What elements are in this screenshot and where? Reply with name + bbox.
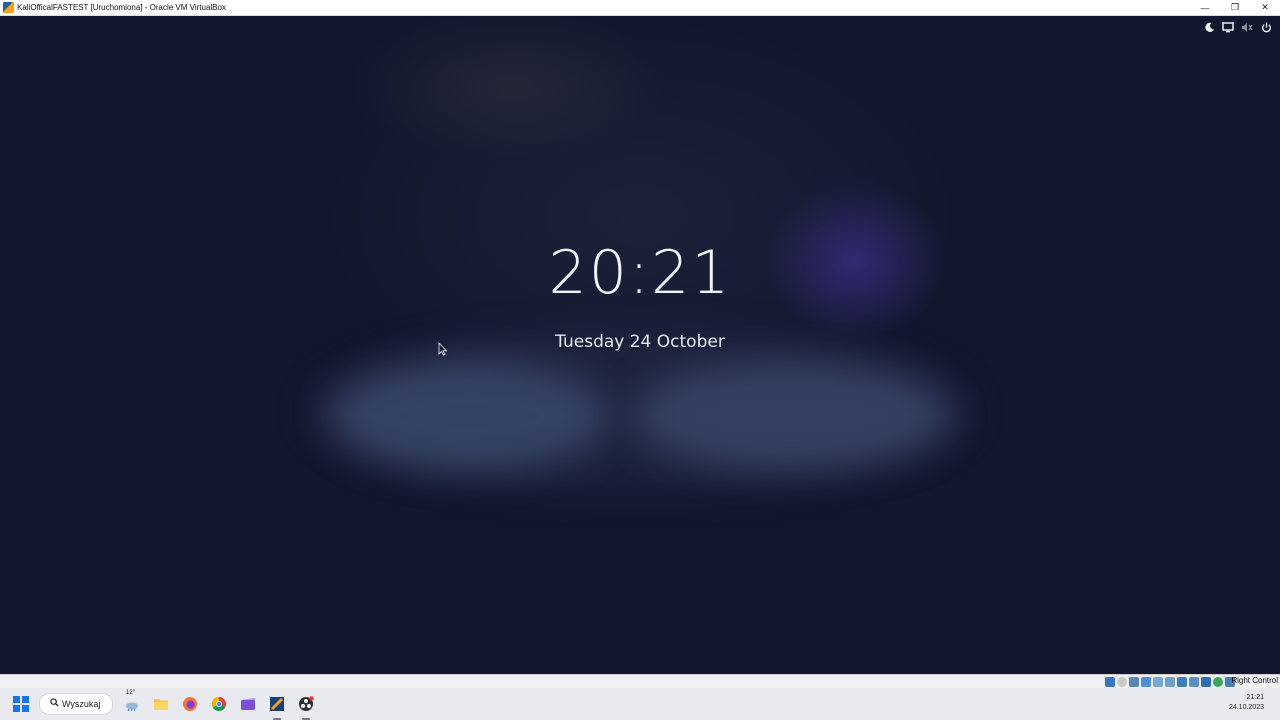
power-icon[interactable] — [1260, 21, 1272, 33]
mouse-integration-icon[interactable] — [1213, 677, 1223, 687]
start-button[interactable] — [13, 696, 29, 712]
windows-logo-icon — [13, 705, 20, 712]
obs-icon[interactable] — [297, 695, 315, 720]
kali-lock-screen[interactable]: 20:21 Tuesday 24 October — [0, 16, 1280, 674]
windows-logo-icon — [13, 696, 20, 703]
windows-logo-icon — [22, 696, 29, 703]
optical-drive-icon[interactable] — [1117, 677, 1127, 687]
tray-date: 24.10.2023 — [1228, 704, 1264, 711]
lock-date: Tuesday 24 October — [555, 332, 725, 352]
recording-icon[interactable] — [1189, 677, 1199, 687]
mouse-cursor-icon — [438, 341, 448, 361]
tray-clock[interactable]: 21:21 24.10.2023 — [1229, 693, 1264, 713]
shared-folders-icon[interactable] — [1165, 677, 1175, 687]
restore-button[interactable]: ❐ — [1220, 0, 1250, 15]
lock-clock: 20:21 — [548, 238, 732, 308]
window-title: KaliOfficalFASTEST [Uruchomiona] - Oracl… — [17, 3, 226, 12]
search-label: Wyszukaj — [62, 699, 101, 709]
sound-muted-icon[interactable] — [1241, 21, 1253, 33]
chrome-icon[interactable] — [210, 695, 228, 713]
lock-status-icons — [1203, 21, 1272, 33]
windows-taskbar: Wyszukaj 12° 21:21 24.10.2023 — [0, 688, 1280, 720]
weather-widget-icon[interactable]: 12° — [123, 690, 141, 713]
video-editor-icon[interactable] — [239, 695, 257, 713]
host-key-label: Right Control — [1231, 676, 1278, 685]
vbox-status-bar: Right Control — [0, 674, 1280, 689]
file-explorer-icon[interactable] — [152, 695, 170, 713]
night-mode-icon[interactable] — [1203, 21, 1215, 33]
display-icon[interactable] — [1177, 677, 1187, 687]
usb-icon[interactable] — [1153, 677, 1163, 687]
minimize-button[interactable]: — — [1190, 0, 1220, 15]
window-controls: — ❐ ✕ — [1190, 0, 1280, 15]
virtualbox-icon[interactable] — [268, 695, 286, 720]
vbox-device-icons — [1105, 677, 1235, 687]
tray-time: 21:21 — [1246, 694, 1264, 701]
audio-icon[interactable] — [1129, 677, 1139, 687]
vbox-title-bar[interactable]: KaliOfficalFASTEST [Uruchomiona] - Oracl… — [0, 0, 1280, 16]
close-button[interactable]: ✕ — [1250, 0, 1280, 15]
firefox-icon[interactable] — [181, 695, 199, 713]
network-icon[interactable] — [1141, 677, 1151, 687]
weather-temp: 12° — [126, 690, 136, 696]
windows-logo-icon — [22, 705, 29, 712]
hard-disk-icon[interactable] — [1105, 677, 1115, 687]
blurred-background — [630, 361, 950, 471]
taskbar-search[interactable]: Wyszukaj — [39, 693, 113, 715]
virtualbox-app-icon — [3, 2, 14, 13]
display-icon[interactable] — [1222, 21, 1234, 33]
search-icon — [50, 698, 59, 710]
cpu-icon[interactable] — [1201, 677, 1211, 687]
blurred-background — [330, 361, 610, 471]
